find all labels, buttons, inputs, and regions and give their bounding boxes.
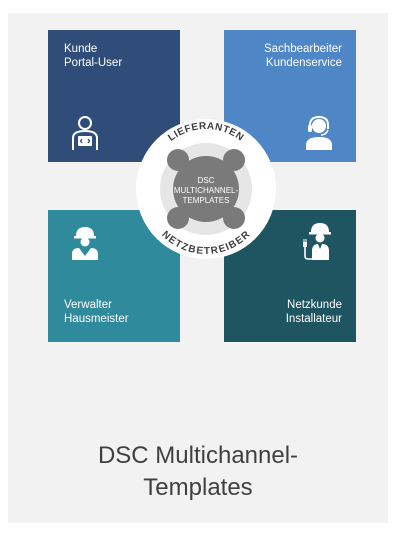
tile-label-line2: Installateur bbox=[285, 313, 342, 325]
tile-label: Sachbearbeiter Kundenservice bbox=[264, 42, 342, 70]
caption-line2: Templates bbox=[143, 474, 253, 501]
tile-kunde-portal-user: Kunde Portal-User bbox=[48, 30, 180, 162]
tile-label-line1: Kunde bbox=[64, 43, 98, 55]
tile-netzkunde-installateur: Netzkunde Installateur bbox=[224, 210, 356, 342]
tile-label-line1: Sachbearbeiter bbox=[264, 43, 342, 55]
tile-label: Verwalter Hausmeister bbox=[64, 298, 129, 326]
diagram-caption: DSC Multichannel- Templates bbox=[8, 440, 388, 504]
tile-label-line1: Netzkunde bbox=[287, 299, 342, 311]
headset-agent-icon bbox=[306, 116, 332, 150]
caption-line1: DSC Multichannel- bbox=[97, 442, 299, 469]
worker-helmet-icon bbox=[72, 227, 98, 260]
tile-verwalter-hausmeister: Verwalter Hausmeister bbox=[48, 210, 180, 342]
developer-laptop-icon bbox=[72, 116, 98, 150]
tile-label: Kunde Portal-User bbox=[64, 42, 122, 70]
electrician-plug-icon bbox=[303, 223, 331, 260]
tile-sachbearbeiter-kundenservice: Sachbearbeiter Kundenservice bbox=[224, 30, 356, 162]
tile-label-line2: Portal-User bbox=[64, 57, 123, 69]
tile-label: Netzkunde Installateur bbox=[286, 298, 342, 326]
tile-label-line2: Hausmeister bbox=[64, 313, 129, 325]
tile-label-line2: Kundenservice bbox=[265, 57, 342, 69]
tile-label-line1: Verwalter bbox=[64, 299, 112, 311]
